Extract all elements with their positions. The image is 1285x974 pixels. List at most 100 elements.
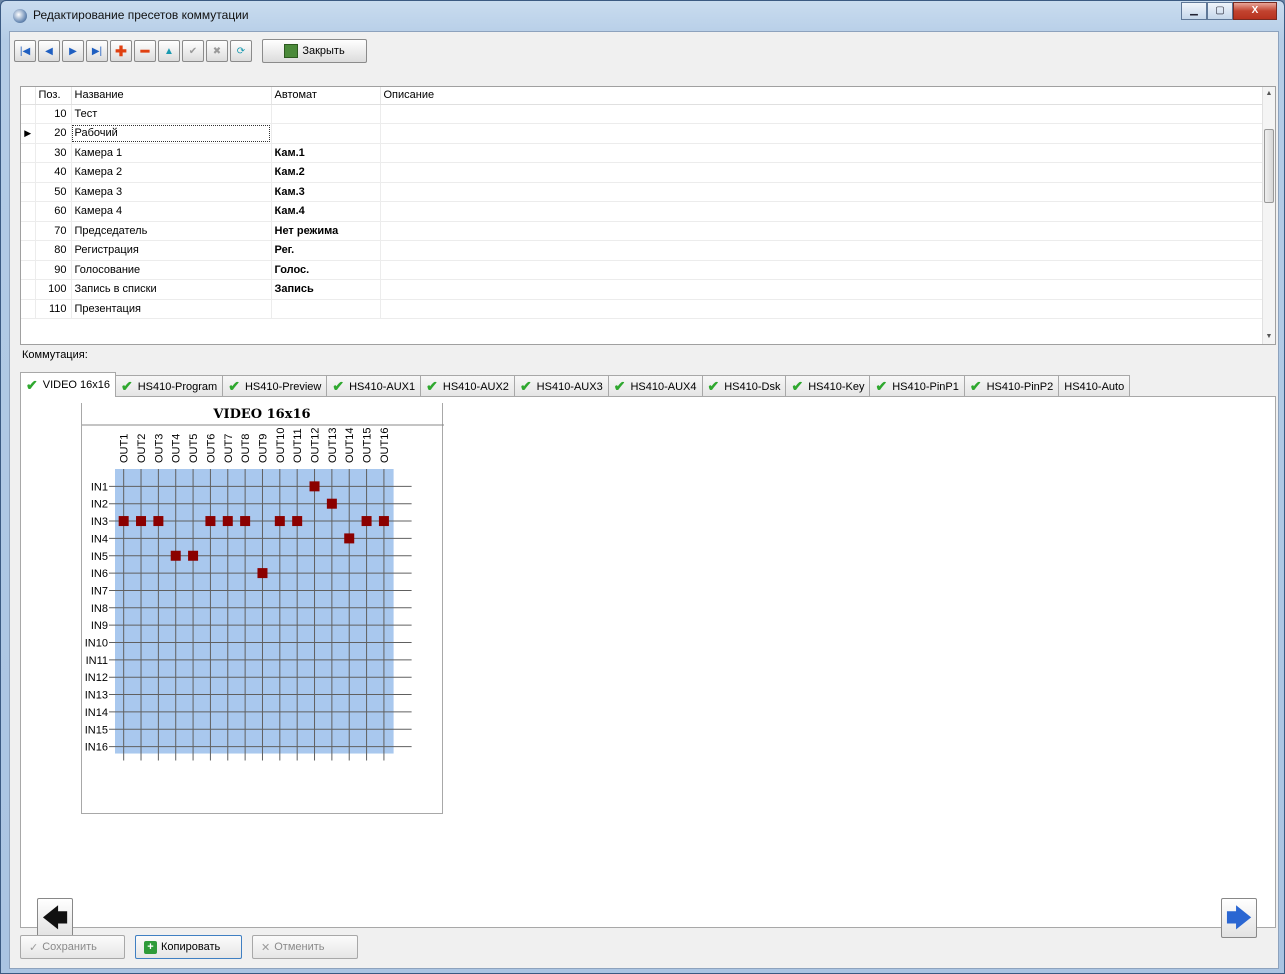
cell-auto[interactable]: Голос.: [271, 260, 381, 280]
add-record-button[interactable]: ✚: [110, 40, 132, 62]
cell-desc[interactable]: [380, 162, 1264, 183]
presets-grid[interactable]: Поз. Название Автомат Описание 10 Тест ▶ 20…: [20, 86, 1276, 345]
tab-hs410-preview[interactable]: ✔ HS410-Preview: [222, 375, 328, 397]
cell-pos[interactable]: 10: [35, 104, 72, 124]
cell-desc[interactable]: [380, 279, 1264, 300]
crosspoint[interactable]: [205, 516, 216, 527]
cell-name[interactable]: Камера 1: [71, 143, 272, 163]
row-indicator[interactable]: ▶: [21, 123, 36, 144]
cell-pos[interactable]: 100: [35, 279, 72, 300]
tab-hs410-pinp2[interactable]: ✔ HS410-PinP2: [963, 375, 1060, 397]
table-row[interactable]: 100 Запись в списки Запись: [21, 279, 1264, 300]
cell-auto[interactable]: Кам.1: [271, 143, 381, 163]
cell-desc[interactable]: [380, 299, 1264, 319]
table-row[interactable]: ▶ 20 Рабочий: [21, 123, 1264, 144]
next-record-button[interactable]: ▶: [62, 40, 84, 62]
cell-pos[interactable]: 20: [35, 123, 72, 144]
crosspoint[interactable]: [344, 533, 355, 544]
crosspoint[interactable]: [153, 516, 164, 527]
crosspoint[interactable]: [274, 516, 285, 527]
crosspoint[interactable]: [170, 550, 181, 561]
prev-record-button[interactable]: ◀: [38, 40, 60, 62]
row-indicator[interactable]: [21, 162, 36, 183]
cell-name[interactable]: Председатель: [71, 221, 272, 241]
title-bar[interactable]: Редактирование пресетов коммутации ▁ ▢ X: [1, 1, 1284, 31]
table-row[interactable]: 30 Камера 1 Кам.1: [21, 143, 1264, 163]
cell-desc[interactable]: [380, 104, 1264, 124]
cell-name[interactable]: Тест: [71, 104, 272, 124]
edit-record-button[interactable]: ▲: [158, 40, 180, 62]
tab-hs410-aux4[interactable]: ✔ HS410-AUX4: [607, 375, 703, 397]
minimize-button[interactable]: ▁: [1181, 2, 1207, 20]
row-indicator[interactable]: [21, 104, 36, 124]
crosspoint[interactable]: [378, 516, 389, 527]
tab-hs410-dsk[interactable]: ✔ HS410-Dsk: [701, 375, 787, 397]
maximize-button[interactable]: ▢: [1207, 2, 1233, 20]
cell-name[interactable]: Камера 2: [71, 162, 272, 183]
save-button[interactable]: ✓ Сохранить: [20, 935, 125, 959]
crosspoint[interactable]: [188, 550, 199, 561]
delete-record-button[interactable]: ━: [134, 40, 156, 62]
table-row[interactable]: 70 Председатель Нет режима: [21, 221, 1264, 241]
crosspoint[interactable]: [240, 516, 251, 527]
last-record-button[interactable]: ▶|: [86, 40, 108, 62]
cell-pos[interactable]: 40: [35, 162, 72, 183]
cell-auto[interactable]: Нет режима: [271, 221, 381, 241]
cell-desc[interactable]: [380, 240, 1264, 261]
matrix-background[interactable]: [115, 469, 394, 754]
cell-name[interactable]: Презентация: [71, 299, 272, 319]
cell-auto[interactable]: [271, 123, 381, 144]
cell-pos[interactable]: 70: [35, 221, 72, 241]
row-indicator[interactable]: [21, 221, 36, 241]
next-tab-button[interactable]: 🡆: [1221, 898, 1257, 938]
table-row[interactable]: 40 Камера 2 Кам.2: [21, 162, 1264, 183]
cell-pos[interactable]: 90: [35, 260, 72, 280]
cell-auto[interactable]: Рег.: [271, 240, 381, 261]
cell-desc[interactable]: [380, 182, 1264, 202]
close-button[interactable]: Закрыть: [262, 39, 367, 63]
cell-desc[interactable]: [380, 221, 1264, 241]
crosspoint[interactable]: [326, 498, 337, 509]
cell-name[interactable]: Рабочий: [71, 123, 272, 144]
tab-hs410-aux1[interactable]: ✔ HS410-AUX1: [326, 375, 422, 397]
table-row[interactable]: 80 Регистрация Рег.: [21, 240, 1264, 261]
crosspoint[interactable]: [361, 516, 372, 527]
cell-auto[interactable]: Запись: [271, 279, 381, 300]
cell-pos[interactable]: 60: [35, 201, 72, 222]
cell-desc[interactable]: [380, 201, 1264, 222]
refresh-button[interactable]: ⟳: [230, 40, 252, 62]
cell-desc[interactable]: [380, 260, 1264, 280]
row-indicator[interactable]: [21, 260, 36, 280]
crosspoint[interactable]: [222, 516, 233, 527]
cell-desc[interactable]: [380, 143, 1264, 163]
cancel-button[interactable]: ✕ Отменить: [252, 935, 358, 959]
scroll-thumb[interactable]: [1264, 129, 1274, 203]
scroll-down-icon[interactable]: ▼: [1263, 330, 1275, 344]
post-record-button[interactable]: ✔: [182, 40, 204, 62]
table-row[interactable]: 90 Голосование Голос.: [21, 260, 1264, 280]
row-indicator[interactable]: [21, 240, 36, 261]
cell-auto[interactable]: Кам.3: [271, 182, 381, 202]
previous-tab-button[interactable]: 🡄: [37, 898, 73, 938]
row-indicator[interactable]: [21, 279, 36, 300]
col-header-auto[interactable]: Автомат: [271, 87, 381, 105]
row-indicator[interactable]: [21, 201, 36, 222]
copy-button[interactable]: + Копировать: [135, 935, 242, 959]
tab-hs410-auto[interactable]: HS410-Auto: [1058, 375, 1131, 397]
tab-hs410-aux2[interactable]: ✔ HS410-AUX2: [420, 375, 515, 397]
cell-auto[interactable]: Кам.2: [271, 162, 381, 183]
row-indicator[interactable]: [21, 182, 36, 202]
table-row[interactable]: 110 Презентация: [21, 299, 1264, 319]
crosspoint[interactable]: [292, 516, 303, 527]
cell-pos[interactable]: 80: [35, 240, 72, 261]
table-row[interactable]: 60 Камера 4 Кам.4: [21, 201, 1264, 222]
cell-auto[interactable]: Кам.4: [271, 201, 381, 222]
crosspoint[interactable]: [257, 568, 268, 579]
table-row[interactable]: 10 Тест: [21, 104, 1264, 124]
col-header-desc[interactable]: Описание: [380, 87, 1264, 105]
cell-desc[interactable]: [380, 123, 1264, 144]
col-header-pos[interactable]: Поз.: [35, 87, 72, 105]
cell-pos[interactable]: 50: [35, 182, 72, 202]
cell-pos[interactable]: 110: [35, 299, 72, 319]
cell-name[interactable]: Голосование: [71, 260, 272, 280]
